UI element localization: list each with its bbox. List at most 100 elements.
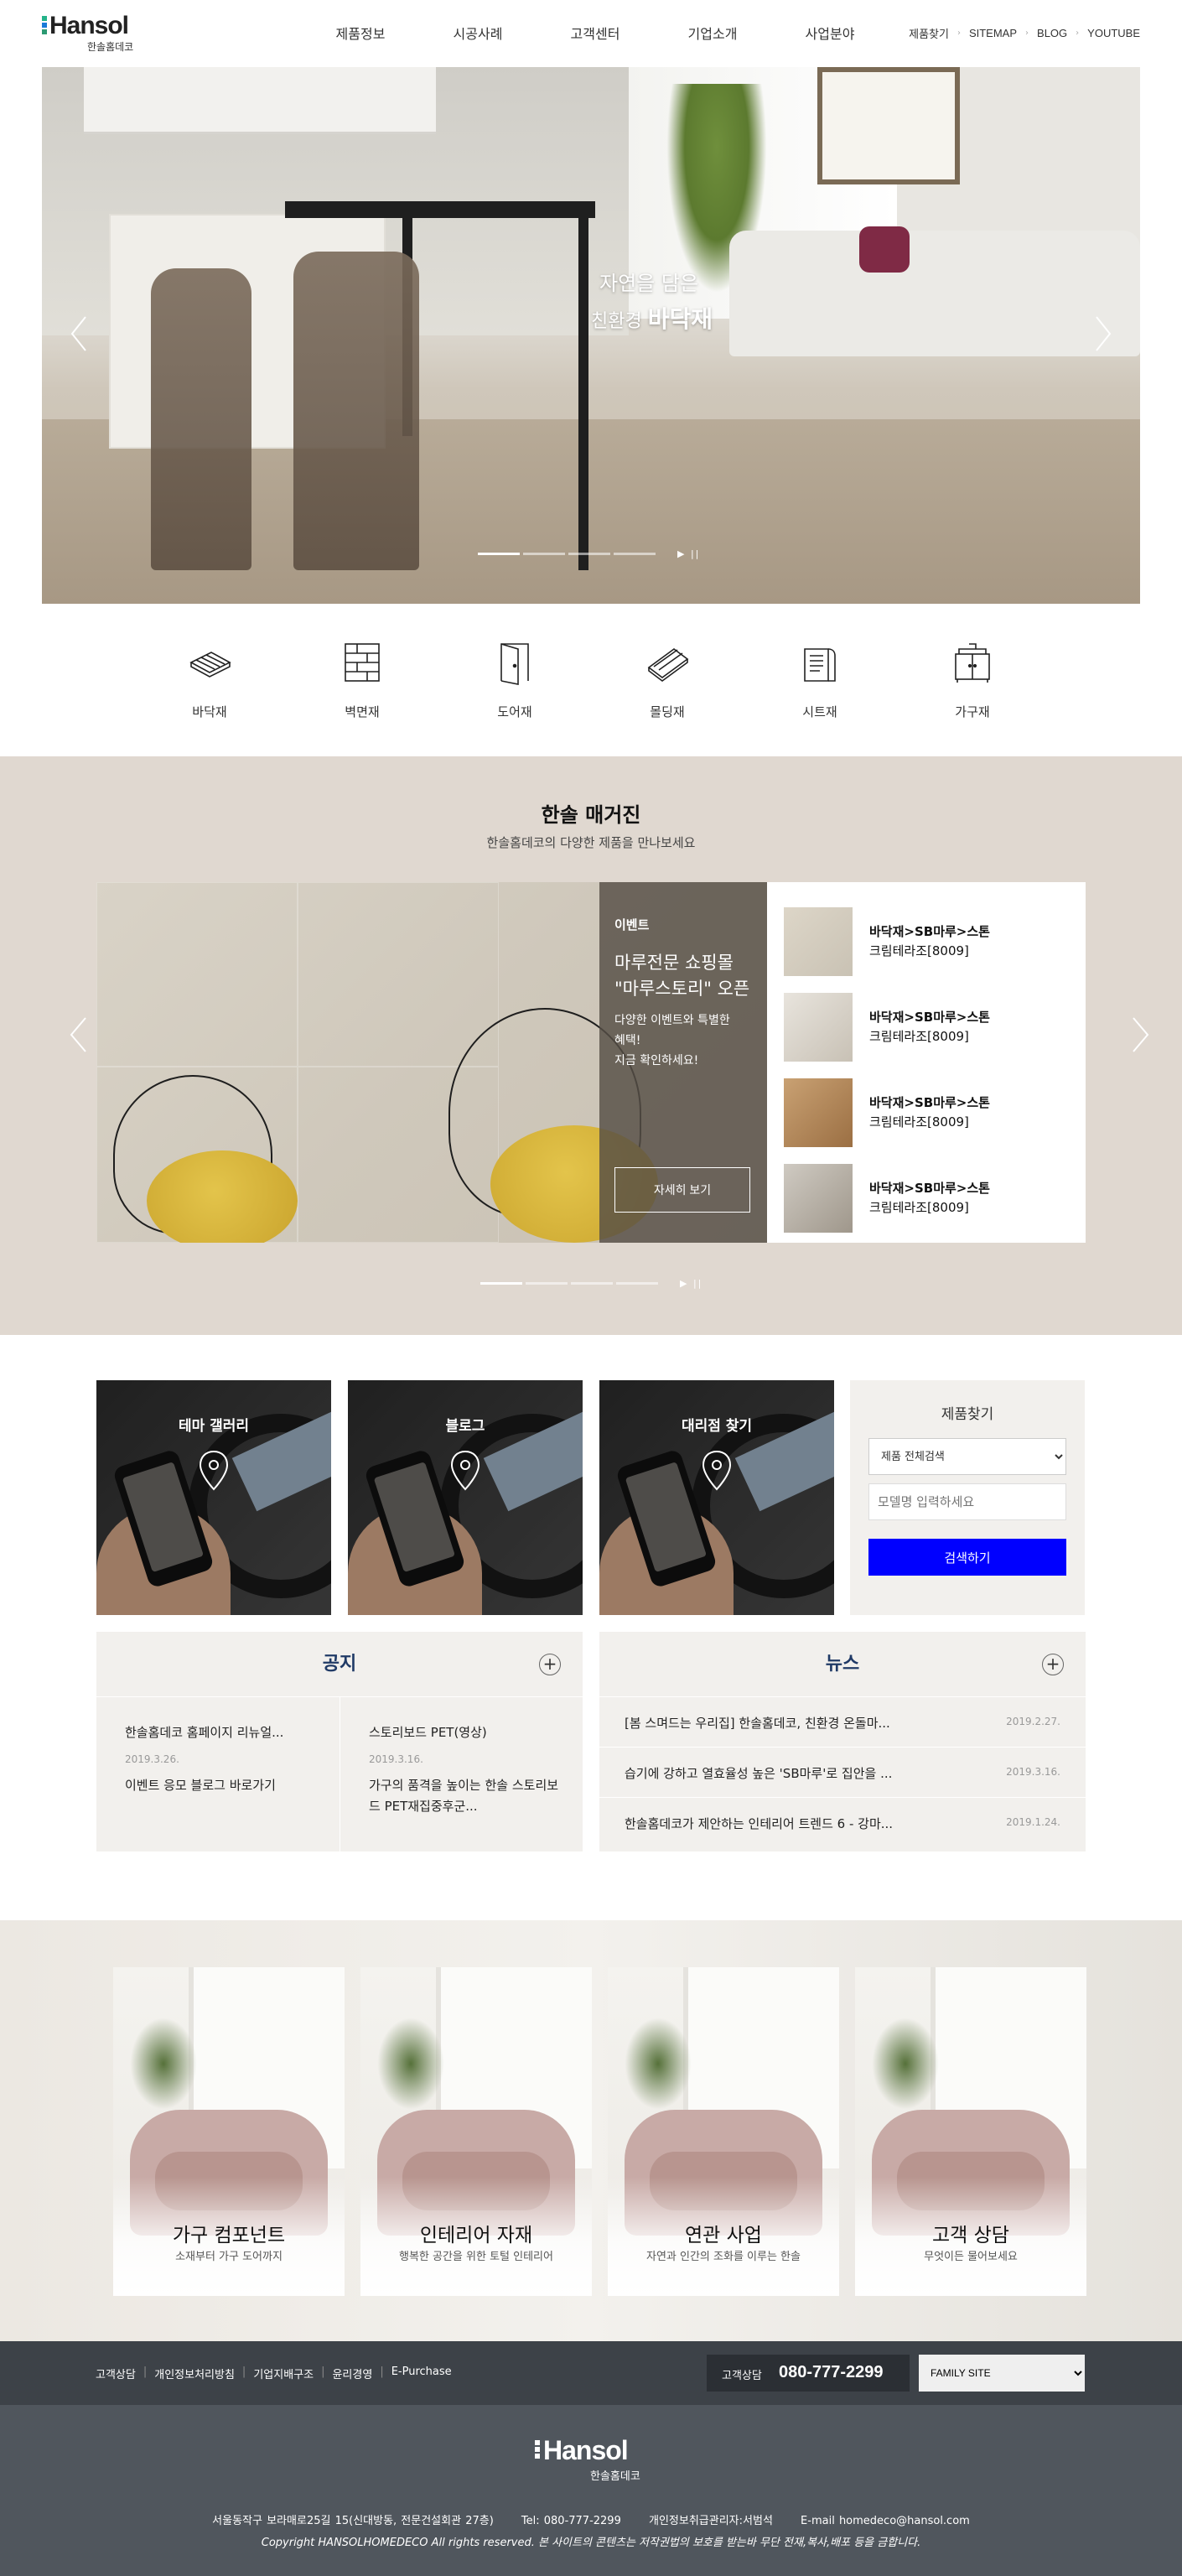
hero-dot[interactable]	[568, 553, 610, 555]
promo-card-related-business[interactable]: 연관 사업 자연과 인간의 조화를 이루는 한솔	[608, 1967, 839, 2296]
hero-play-pause-icon[interactable]: ▶ ||	[677, 548, 700, 559]
category-label: 몰딩재	[650, 704, 685, 719]
util-separator: ›	[956, 29, 961, 38]
promo-card-interior[interactable]: 인테리어 자재 행복한 공간을 위한 토털 인테리어	[360, 1967, 592, 2296]
notice-board: 공지 + 한솔홈데코 홈페이지 리뉴얼... 2019.3.26. 이벤트 응모…	[96, 1632, 583, 1852]
nav-item-company[interactable]: 기업소개	[654, 23, 771, 44]
notice-item-title[interactable]: 이벤트 응모 블로그 바로가기	[125, 1775, 323, 1796]
util-link-blog[interactable]: BLOG	[1037, 27, 1067, 39]
promo-card-furniture[interactable]: 가구 컴포넌트 소재부터 가구 도어까지	[113, 1967, 345, 2296]
hero-dot[interactable]	[478, 553, 520, 555]
logo-mark	[42, 16, 47, 34]
footer-main: Hansol 한솔홈데코 서울동작구 보라매로25길 15(신대방동, 전문건설…	[0, 2405, 1182, 2576]
magazine-dot[interactable]	[571, 1282, 613, 1285]
product-info: 바닥재>SB마루>스톤 크림테라조[8009]	[869, 1008, 990, 1046]
category-door[interactable]: 도어재	[464, 637, 565, 738]
hero-dining-table	[285, 201, 595, 218]
product-info: 바닥재>SB마루>스톤크림테라조[8009]	[869, 1179, 990, 1218]
product-name: 크림테라조[8009]	[869, 1200, 969, 1215]
news-more-plus-icon[interactable]: +	[1042, 1654, 1064, 1675]
blog-card[interactable]: 블로그	[348, 1380, 583, 1615]
magazine-dot[interactable]	[526, 1282, 568, 1285]
notice-item-title[interactable]: 스토리보드 PET(영상)	[369, 1722, 566, 1743]
hero-next-arrow-icon[interactable]	[1093, 315, 1113, 352]
product-path: 바닥재>SB마루>스톤	[869, 1181, 990, 1196]
list-item[interactable]: 바닥재>SB마루>스톤크림테라조[8009]	[784, 1156, 1069, 1241]
model-name-input[interactable]	[868, 1483, 1066, 1520]
hero-dot[interactable]	[523, 553, 565, 555]
category-label: 가구재	[955, 704, 990, 719]
notice-title: 공지	[96, 1632, 583, 1697]
notice-item-title[interactable]: 가구의 품격을 높이는 한솔 스토리보드 PET재집중후군...	[369, 1775, 566, 1817]
promo-title: 가구 컴포넌트	[172, 2225, 286, 2246]
call-number[interactable]: 080-777-2299	[779, 2363, 884, 2382]
feature-detail-button[interactable]: 자세히 보기	[614, 1167, 750, 1213]
category-molding[interactable]: 몰딩재	[617, 637, 718, 738]
list-item[interactable]: 바닥재>SB마루>스톤 크림테라조[8009]	[784, 899, 1069, 984]
util-link-youtube[interactable]: YOUTUBE	[1087, 27, 1140, 39]
category-furniture[interactable]: 가구재	[922, 637, 1023, 738]
product-thumbnail	[784, 1078, 853, 1147]
nav-item-customer-center[interactable]: 고객센터	[537, 23, 654, 44]
nav-item-products[interactable]: 제품정보	[302, 23, 419, 44]
news-row[interactable]: 한솔홈데코가 제안하는 인테리어 트렌드 6 - 강마... 2019.1.24…	[599, 1798, 1086, 1848]
magazine-dot[interactable]	[616, 1282, 658, 1285]
footer-address-line: 서울동작구 보라매로25길 15(신대방동, 전문건설회관 27층) Tel: …	[0, 2511, 1182, 2527]
footer-copyright: Copyright HANSOLHOMEDECO All rights rese…	[261, 2537, 921, 2549]
news-item-title: [봄 스며드는 우리집] 한솔홈데코, 친환경 온돌마...	[625, 1716, 890, 1731]
yellow-seat	[147, 1150, 298, 1243]
promo-title: 연관 사업	[685, 2225, 762, 2246]
magazine-next-arrow-icon[interactable]	[1132, 1016, 1150, 1053]
footer-link-epurchase[interactable]: E-Purchase	[391, 2366, 452, 2381]
product-name: 크림테라조[8009]	[869, 943, 969, 958]
notice-more-plus-icon[interactable]: +	[539, 1654, 561, 1675]
category-wall[interactable]: 벽면재	[312, 637, 412, 738]
footer-link-ethics[interactable]: 윤리경영	[332, 2366, 372, 2381]
notice-column: 스토리보드 PET(영상) 2019.3.16. 가구의 품격을 높이는 한솔 …	[340, 1697, 583, 1852]
notice-item-date: 2019.3.16.	[369, 1753, 423, 1765]
magazine-feature-image[interactable]: 이벤트 마루전문 쇼핑몰 "마루스토리" 오픈 다양한 이벤트와 특별한 혜택!…	[96, 882, 767, 1243]
magazine-pagination: ▶ ||	[480, 1278, 702, 1289]
hero-prev-arrow-icon[interactable]	[69, 315, 89, 352]
list-item[interactable]: 바닥재>SB마루>스톤 크림테라조[8009]	[784, 984, 1069, 1070]
promo-plant	[130, 2018, 197, 2110]
util-link-product-search[interactable]: 제품찾기	[909, 25, 949, 41]
promo-card-consulting[interactable]: 고객 상담 무엇이든 물어보세요	[855, 1967, 1086, 2296]
nav-item-cases[interactable]: 시공사례	[419, 23, 537, 44]
category-floor[interactable]: 바닥재	[159, 637, 260, 738]
category-sheet[interactable]: 시트재	[770, 637, 870, 738]
magazine-dot[interactable]	[480, 1282, 522, 1285]
news-row[interactable]: [봄 스며드는 우리집] 한솔홈데코, 친환경 온돌마... 2019.2.27…	[599, 1697, 1086, 1748]
magazine-prev-arrow-icon[interactable]	[69, 1016, 87, 1053]
sheet-icon	[804, 648, 836, 682]
product-path: 바닥재>SB마루>스톤	[869, 1010, 990, 1025]
search-button[interactable]: 검색하기	[868, 1539, 1066, 1576]
util-link-sitemap[interactable]: SITEMAP	[969, 27, 1017, 39]
hero-pagination: ▶ ||	[478, 548, 700, 559]
notice-item-date: 2019.3.26.	[125, 1753, 179, 1765]
news-row[interactable]: 습기에 강하고 열효율성 높은 'SB마루'로 집안을 ... 2019.3.1…	[599, 1748, 1086, 1798]
notice-item-title[interactable]: 한솔홈데코 홈페이지 리뉴얼...	[125, 1722, 323, 1743]
hansol-logo[interactable]: Hansol 한솔홈데코	[42, 12, 159, 54]
hero-pillow	[859, 226, 910, 273]
promo-subtitle: 소재부터 가구 도어까지	[175, 2251, 283, 2263]
list-item[interactable]: 바닥재>SB마루>스톤 크림테라조[8009]	[784, 1070, 1069, 1156]
footer-link-privacy[interactable]: 개인정보처리방침	[154, 2366, 235, 2381]
main-nav: 제품정보 시공사례 고객센터 기업소개 사업분야	[302, 23, 889, 44]
magazine-play-pause-icon[interactable]: ▶ ||	[680, 1278, 702, 1289]
location-pin-icon	[702, 1450, 732, 1491]
promo-plant	[377, 2018, 444, 2110]
location-pin-icon	[199, 1450, 229, 1491]
hero-sofa	[729, 231, 1140, 356]
footer-link-governance[interactable]: 기업지배구조	[253, 2366, 314, 2381]
news-board: 뉴스 + [봄 스며드는 우리집] 한솔홈데코, 친환경 온돌마... 2019…	[599, 1632, 1086, 1852]
theme-gallery-card[interactable]: 테마 갤러리	[96, 1380, 331, 1615]
footer-link-consult[interactable]: 고객상담	[96, 2366, 136, 2381]
product-name: 크림테라조[8009]	[869, 1114, 969, 1130]
family-site-select[interactable]: FAMILY SITE	[919, 2355, 1085, 2392]
nav-item-business[interactable]: 사업분야	[771, 23, 889, 44]
footer-separator: |	[321, 2366, 325, 2378]
hero-dot[interactable]	[614, 553, 656, 555]
store-finder-card[interactable]: 대리점 찾기	[599, 1380, 834, 1615]
product-category-select[interactable]: 제품 전체검색	[868, 1438, 1066, 1475]
